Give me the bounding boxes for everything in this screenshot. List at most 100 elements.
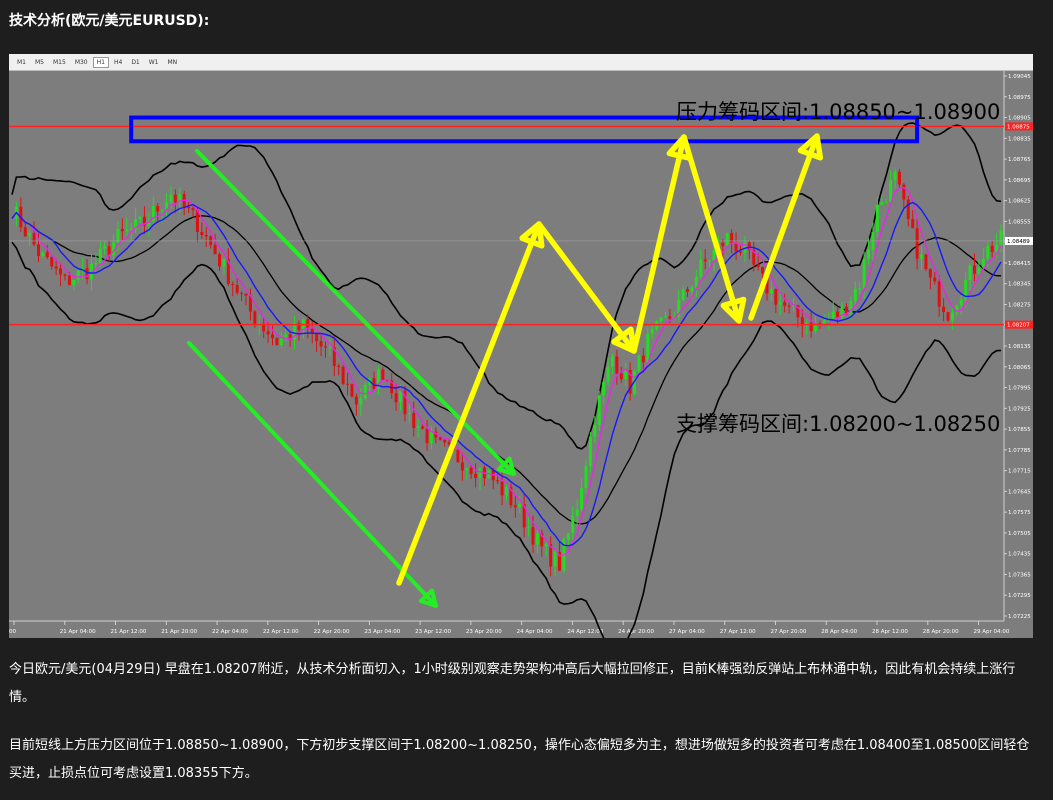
x-tick-label: 27 Apr 12:00 — [720, 629, 756, 635]
candle-body — [725, 233, 729, 247]
y-tick-label: 1.08135 — [1008, 344, 1031, 350]
candle-body — [968, 265, 972, 281]
candle-body — [893, 171, 897, 181]
candle-body — [275, 338, 279, 346]
candle-body — [76, 270, 80, 280]
candle-body — [584, 466, 588, 489]
candle-body — [650, 329, 654, 334]
x-tick-label: 29 Apr 04:00 — [974, 629, 1010, 635]
candle-body — [244, 293, 248, 296]
timeframe-h1-button[interactable]: H1 — [92, 56, 109, 68]
timeframe-d1-button[interactable]: D1 — [127, 57, 143, 68]
candle-body — [756, 264, 760, 268]
candle-body — [240, 292, 244, 294]
x-tick-label: 28 Apr 20:00 — [923, 629, 959, 635]
candle-body — [447, 442, 451, 445]
x-tick-label: 23 Apr 12:00 — [415, 629, 451, 635]
y-tick-label: 1.08275 — [1008, 302, 1031, 308]
y-tick-label: 1.08065 — [1008, 365, 1031, 371]
candle-body — [213, 244, 217, 255]
y-tick-label: 1.07645 — [1008, 489, 1031, 495]
candle-body — [531, 527, 535, 545]
x-tick-label: 22 Apr 20:00 — [314, 629, 350, 635]
candle-body — [889, 180, 893, 203]
candle-body — [937, 281, 941, 307]
candle-body — [103, 246, 107, 249]
candle-body — [822, 320, 826, 324]
bollinger-upper-band — [11, 122, 1002, 450]
candle-body — [619, 373, 623, 380]
y-tick-label: 1.08415 — [1008, 261, 1031, 267]
x-tick-label: 24 Apr 12:00 — [567, 629, 603, 635]
current-price-tag-text: 1.08489 — [1007, 239, 1030, 245]
candle-body — [59, 268, 63, 275]
candle-body — [191, 208, 195, 211]
timeframe-m15-button[interactable]: M15 — [49, 57, 70, 68]
candle-body — [45, 252, 49, 258]
candle-body — [279, 338, 283, 346]
support-zone-label: 支撑筹码区间:1.08200~1.08250 — [676, 412, 1000, 436]
candle-body — [973, 265, 977, 274]
candle-body — [500, 481, 504, 496]
candle-body — [474, 473, 478, 479]
y-tick-label: 1.07925 — [1008, 406, 1031, 412]
candle-body — [319, 341, 323, 347]
yellow-path-arrow-5 — [748, 133, 820, 321]
candle-body — [32, 232, 36, 245]
timeframe-m30-button[interactable]: M30 — [71, 57, 92, 68]
timeframe-m5-button[interactable]: M5 — [31, 57, 48, 68]
candle-body — [778, 302, 782, 305]
timeframe-h4-button[interactable]: H4 — [110, 57, 126, 68]
candle-body — [518, 503, 522, 508]
x-tick-label: 21 Apr 20:00 — [161, 629, 197, 635]
candle-body — [580, 488, 584, 510]
candle-body — [399, 390, 403, 403]
x-tick-label: 28 Apr 04:00 — [821, 629, 857, 635]
y-tick-label: 1.07225 — [1008, 614, 1031, 620]
candle-body — [999, 230, 1003, 245]
y-tick-label: 1.08625 — [1008, 199, 1031, 205]
candle-body — [173, 194, 177, 203]
candle-body — [566, 533, 570, 540]
candle-body — [681, 289, 685, 300]
candle-body — [513, 505, 517, 508]
candle-body — [28, 232, 32, 237]
candle-body — [699, 259, 703, 277]
candle-body — [739, 251, 743, 253]
timeframe-w1-button[interactable]: W1 — [145, 57, 163, 68]
y-tick-label: 1.08345 — [1008, 282, 1031, 288]
candle-body — [315, 333, 319, 342]
channel-upper-arrow — [195, 149, 516, 476]
candle-body — [465, 467, 469, 471]
candle-body — [429, 431, 433, 444]
candle-body — [535, 533, 539, 545]
candle-body — [204, 234, 208, 237]
candle-body — [416, 426, 420, 429]
candle-body — [774, 289, 778, 305]
candle-body — [443, 439, 447, 443]
candle-body — [94, 263, 98, 265]
candle-body — [610, 356, 614, 367]
analysis-paragraph-1: 今日欧元/美元(04月29日) 早盘在1.08207附近，从技术分析面切入，1小… — [9, 662, 1016, 705]
resistance-zone-label: 压力筹码区间:1.08850~1.08900 — [676, 100, 1000, 124]
candle-body — [884, 202, 888, 204]
timeframe-m1-button[interactable]: M1 — [13, 57, 30, 68]
candle-body — [602, 381, 606, 396]
candle-body — [231, 284, 235, 286]
yellow-path-arrow-2 — [536, 221, 637, 354]
candle-body — [527, 527, 531, 529]
y-tick-label: 1.07505 — [1008, 531, 1031, 537]
y-tick-label: 1.07855 — [1008, 427, 1031, 433]
candle-body — [218, 254, 222, 267]
y-tick-label: 1.07575 — [1008, 510, 1031, 516]
y-tick-label: 1.07785 — [1008, 448, 1031, 454]
y-tick-label: 1.07295 — [1008, 593, 1031, 599]
candle-body — [160, 210, 164, 212]
candle-body — [836, 311, 840, 318]
candle-body — [341, 366, 345, 384]
x-tick-label: 23 Apr 04:00 — [364, 629, 400, 635]
x-tick-label: 00 — [9, 629, 16, 635]
y-tick-label: 1.07715 — [1008, 469, 1031, 475]
x-tick-label: 24 Apr 04:00 — [517, 629, 553, 635]
timeframe-mn-button[interactable]: MN — [164, 57, 182, 68]
